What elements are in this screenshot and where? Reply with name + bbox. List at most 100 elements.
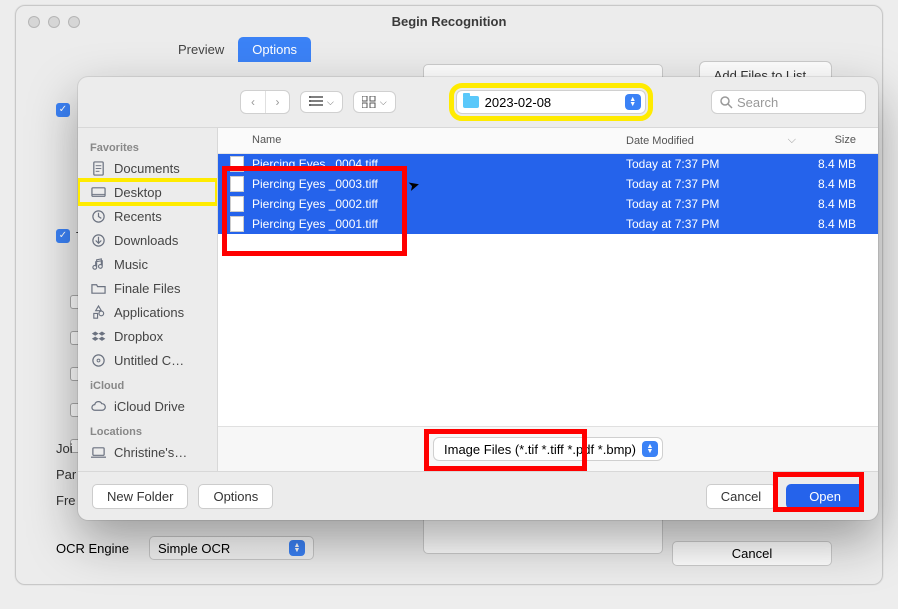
checkbox-2[interactable] xyxy=(56,229,70,243)
file-list[interactable]: Piercing Eyes _0004.tiffToday at 7:37 PM… xyxy=(218,154,878,426)
sidebar-item-untitled-c-[interactable]: Untitled C… xyxy=(78,348,217,372)
sidebar-item-label: Christine's… xyxy=(114,445,187,460)
dropbox-icon xyxy=(90,328,106,344)
search-icon xyxy=(720,96,733,109)
traffic-lights xyxy=(28,16,80,28)
sidebar-section-locations: Locations xyxy=(78,418,217,440)
group-button[interactable]: ⌵ xyxy=(353,91,396,113)
sidebar-item-label: iCloud Drive xyxy=(114,399,185,414)
sidebar-item-recents[interactable]: Recents xyxy=(78,204,217,228)
view-mode-button[interactable]: ⌵ xyxy=(300,91,343,113)
file-row[interactable]: Piercing Eyes _0003.tiffToday at 7:37 PM… xyxy=(218,174,878,194)
download-icon xyxy=(90,232,106,248)
sidebar: Favorites Documents Desktop Recents Downloa… xyxy=(78,128,218,471)
options-button[interactable]: Options xyxy=(198,484,273,509)
close-window-icon[interactable] xyxy=(28,16,40,28)
ocr-engine-select[interactable]: Simple OCR ▲▼ xyxy=(149,536,314,560)
back-icon[interactable]: ‹ xyxy=(241,91,265,113)
sidebar-item-documents[interactable]: Documents xyxy=(78,156,217,180)
file-name: Piercing Eyes _0003.tiff xyxy=(252,177,626,191)
file-size: 8.4 MB xyxy=(796,197,866,211)
cd-icon xyxy=(90,352,106,368)
sidebar-item-label: Finale Files xyxy=(114,281,180,296)
file-name: Piercing Eyes _0004.tiff xyxy=(252,157,626,171)
file-row[interactable]: Piercing Eyes _0002.tiffToday at 7:37 PM… xyxy=(218,194,878,214)
list-view-icon xyxy=(309,96,323,108)
zoom-window-icon[interactable] xyxy=(68,16,80,28)
file-name: Piercing Eyes _0001.tiff xyxy=(252,217,626,231)
file-area: Name Date Modified⌵ Size Piercing Eyes _… xyxy=(218,128,878,471)
desktop-icon xyxy=(90,184,106,200)
chevron-updown-icon: ▲▼ xyxy=(625,94,641,110)
parent-tabs: Preview Options xyxy=(164,37,882,62)
file-type-select[interactable]: Image Files (*.tif *.tiff *.pdf *.bmp) ▲… xyxy=(433,437,663,461)
chevron-down-icon: ⌵ xyxy=(380,97,387,108)
music-icon xyxy=(90,256,106,272)
file-icon xyxy=(230,156,244,172)
grid-icon xyxy=(362,96,376,108)
tab-options[interactable]: Options xyxy=(238,37,311,62)
chevron-updown-icon: ▲▼ xyxy=(642,441,658,457)
file-size: 8.4 MB xyxy=(796,177,866,191)
sidebar-item-christine-s-[interactable]: Christine's… xyxy=(78,440,217,464)
sidebar-item-label: Macintosh… xyxy=(114,469,186,472)
checkbox-1[interactable] xyxy=(56,103,70,117)
path-control[interactable]: 2023-02-08 ▲▼ xyxy=(456,90,646,114)
cancel-button[interactable]: Cancel xyxy=(672,541,832,566)
chevron-down-icon: ⌵ xyxy=(327,97,334,108)
sidebar-section-favorites: Favorites xyxy=(78,134,217,156)
sidebar-item-label: Downloads xyxy=(114,233,178,248)
column-name[interactable]: Name xyxy=(230,134,626,147)
sidebar-item-label: Documents xyxy=(114,161,180,176)
sidebar-item-macintosh-[interactable]: Macintosh… xyxy=(78,464,217,471)
tab-preview[interactable]: Preview xyxy=(164,37,238,62)
apps-icon xyxy=(90,304,106,320)
cloud-icon xyxy=(90,398,106,414)
file-icon xyxy=(230,196,244,212)
minimize-window-icon[interactable] xyxy=(48,16,60,28)
sidebar-item-finale-files[interactable]: Finale Files xyxy=(78,276,217,300)
chevron-updown-icon: ▲▼ xyxy=(289,540,305,556)
file-row[interactable]: Piercing Eyes _0004.tiffToday at 7:37 PM… xyxy=(218,154,878,174)
sidebar-item-downloads[interactable]: Downloads xyxy=(78,228,217,252)
sidebar-item-label: Music xyxy=(114,257,148,272)
window-title: Begin Recognition xyxy=(16,6,882,37)
file-header: Name Date Modified⌵ Size xyxy=(218,128,878,154)
path-label: 2023-02-08 xyxy=(485,95,552,110)
file-icon xyxy=(230,216,244,232)
sidebar-item-music[interactable]: Music xyxy=(78,252,217,276)
file-row[interactable]: Piercing Eyes _0001.tiffToday at 7:37 PM… xyxy=(218,214,878,234)
left-labels: Joi Par Fre xyxy=(56,436,76,514)
sidebar-section-icloud: iCloud xyxy=(78,372,217,394)
cancel-button[interactable]: Cancel xyxy=(706,484,776,509)
sidebar-item-label: Desktop xyxy=(114,185,162,200)
forward-icon[interactable]: › xyxy=(265,91,289,113)
sidebar-item-dropbox[interactable]: Dropbox xyxy=(78,324,217,348)
nav-back-forward[interactable]: ‹ › xyxy=(240,90,290,114)
doc-icon xyxy=(90,160,106,176)
ocr-engine-label: OCR Engine xyxy=(56,541,129,556)
file-icon xyxy=(230,176,244,192)
open-dialog: ‹ › ⌵ ⌵ 2023-02-08 ▲▼ Search Favorites D… xyxy=(78,77,878,520)
sidebar-item-applications[interactable]: Applications xyxy=(78,300,217,324)
file-date: Today at 7:37 PM xyxy=(626,157,796,171)
file-size: 8.4 MB xyxy=(796,217,866,231)
column-date[interactable]: Date Modified⌵ xyxy=(626,134,796,147)
new-folder-button[interactable]: New Folder xyxy=(92,484,188,509)
hdd-icon xyxy=(90,468,106,471)
column-size[interactable]: Size xyxy=(796,134,866,147)
folder-icon xyxy=(463,96,479,108)
open-button[interactable]: Open xyxy=(786,484,864,509)
file-name: Piercing Eyes _0002.tiff xyxy=(252,197,626,211)
sidebar-item-label: Recents xyxy=(114,209,162,224)
sidebar-item-desktop[interactable]: Desktop xyxy=(78,180,217,204)
file-type-bar: Image Files (*.tif *.tiff *.pdf *.bmp) ▲… xyxy=(218,426,878,471)
sidebar-item-icloud-drive[interactable]: iCloud Drive xyxy=(78,394,217,418)
file-date: Today at 7:37 PM xyxy=(626,217,796,231)
folder-icon xyxy=(90,280,106,296)
dialog-toolbar: ‹ › ⌵ ⌵ 2023-02-08 ▲▼ Search xyxy=(78,77,878,127)
search-input[interactable]: Search xyxy=(711,90,866,114)
file-date: Today at 7:37 PM xyxy=(626,177,796,191)
laptop-icon xyxy=(90,444,106,460)
file-date: Today at 7:37 PM xyxy=(626,197,796,211)
